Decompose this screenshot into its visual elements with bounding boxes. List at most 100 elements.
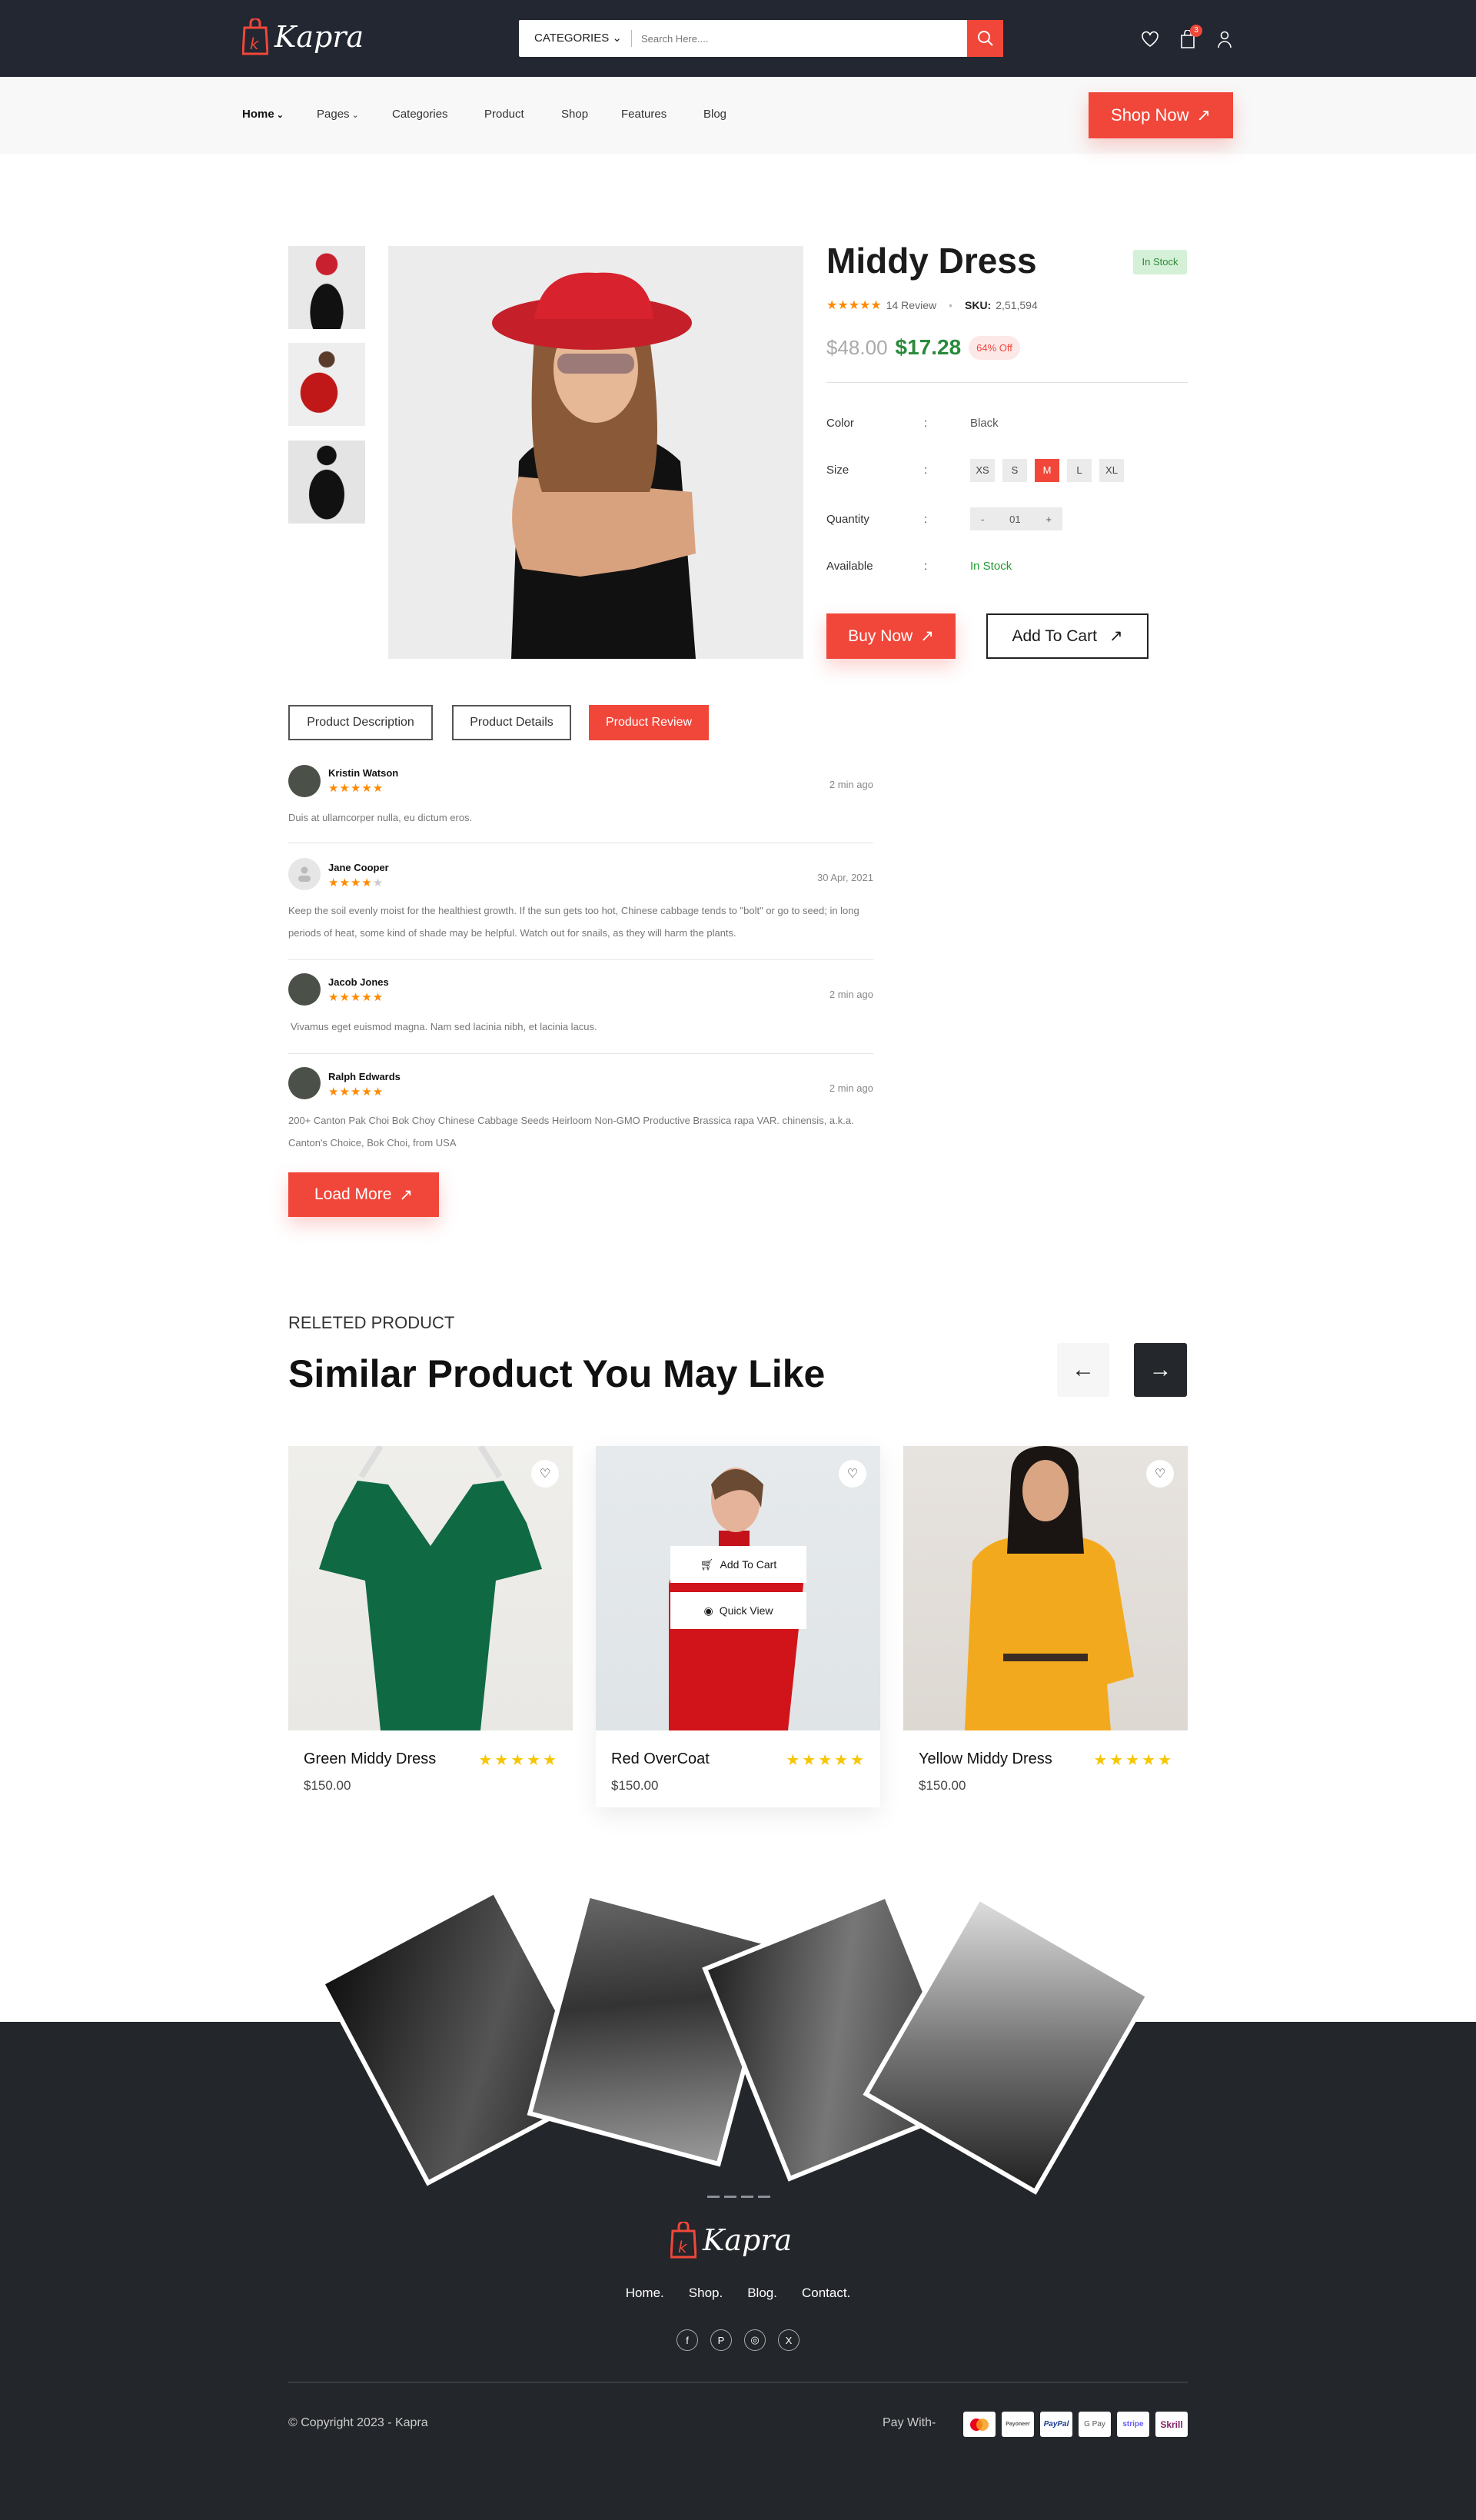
thumbnail-2[interactable] <box>288 343 365 426</box>
colon: : <box>924 560 928 573</box>
green-dress-image <box>319 1446 542 1730</box>
sku-label: SKU: <box>965 299 992 311</box>
review-date: 2 min ago <box>829 779 873 790</box>
review-stars: ★★★★★ <box>328 782 384 795</box>
cart-button[interactable]: 3 <box>1178 25 1202 49</box>
search-input[interactable] <box>632 32 967 45</box>
product-price: $150.00 <box>304 1778 351 1793</box>
colon: : <box>924 417 928 430</box>
reviewer-name: Jacob Jones <box>328 976 389 988</box>
rating-stars: ★★★★★ <box>826 299 882 312</box>
stripe-icon: stripe <box>1117 2412 1149 2437</box>
wishlist-button[interactable]: ♡ <box>1146 1460 1174 1488</box>
product-image: ♡ 🛒︎ Add To Cart ◉ Quick View <box>596 1446 880 1730</box>
product-price: $150.00 <box>611 1778 659 1793</box>
reviewer-name: Ralph Edwards <box>328 1071 401 1082</box>
categories-dropdown[interactable]: CATEGORIES ⌄ <box>519 30 632 47</box>
decrease-button[interactable]: - <box>981 514 984 525</box>
brand-name: Kapra <box>274 20 364 54</box>
quantity-value[interactable]: 01 <box>1009 514 1020 525</box>
product-name[interactable]: Green Middy Dress <box>304 1750 436 1768</box>
nav-categories[interactable]: Categories <box>392 108 448 121</box>
size-xs[interactable]: XS <box>970 459 995 482</box>
user-icon <box>298 866 311 882</box>
nav-product[interactable]: Product <box>484 108 524 121</box>
increase-button[interactable]: + <box>1046 514 1052 525</box>
product-price: $150.00 <box>919 1778 966 1793</box>
heart-icon <box>1142 31 1159 47</box>
quick-view-button[interactable]: ◉ Quick View <box>670 1592 806 1629</box>
pinterest-icon[interactable]: P <box>710 2329 732 2351</box>
thumbnail-1[interactable] <box>288 246 365 329</box>
wishlist-button[interactable] <box>1140 29 1160 49</box>
shop-now-label: Shop Now <box>1111 105 1189 125</box>
sku-value: 2,51,594 <box>996 299 1038 311</box>
brand-logo[interactable]: k Kapra <box>242 18 364 55</box>
payoneer-icon: Payoneer <box>1002 2412 1034 2437</box>
size-xl[interactable]: XL <box>1099 459 1124 482</box>
arrow-up-right-icon: ↗ <box>1196 105 1211 125</box>
avatar-placeholder <box>288 858 321 890</box>
carousel-next-button[interactable]: → <box>1134 1343 1187 1397</box>
product-card[interactable]: ♡ Yellow Middy Dress ★★★★★ $150.00 <box>903 1446 1188 1793</box>
colon: : <box>924 464 928 477</box>
tab-product-details[interactable]: Product Details <box>452 705 571 740</box>
divider <box>288 959 873 960</box>
mastercard-icon <box>963 2412 996 2437</box>
product-card[interactable]: ♡ 🛒︎ Add To Cart ◉ Quick View Red OverCoat… <box>596 1446 880 1807</box>
review-stars: ★★★★★ <box>328 876 384 889</box>
footer-link-contact[interactable]: Contact. <box>802 2286 850 2301</box>
quick-view-label: Quick View <box>719 1604 773 1617</box>
size-m-selected[interactable]: M <box>1035 459 1059 482</box>
footer-divider <box>288 2382 1188 2383</box>
load-more-button[interactable]: Load More ↗ <box>288 1172 439 1217</box>
review-stars: ★★★★★ <box>328 1085 384 1099</box>
chevron-down-icon: ⌄ <box>349 111 359 120</box>
account-button[interactable] <box>1215 29 1235 49</box>
nav-features[interactable]: Features <box>621 108 667 121</box>
product-image: ♡ <box>903 1446 1188 1730</box>
product-card[interactable]: ♡ Green Middy Dress ★★★★★ $150.00 <box>288 1446 573 1793</box>
buy-now-button[interactable]: Buy Now ↗ <box>826 613 956 659</box>
thumbnail-3[interactable] <box>288 441 365 524</box>
instagram-icon[interactable]: ◎ <box>744 2329 766 2351</box>
add-to-cart-button[interactable]: Add To Cart ↗ <box>986 613 1149 659</box>
nav-pages[interactable]: Pages ⌄ <box>317 108 359 121</box>
shop-now-button[interactable]: Shop Now ↗ <box>1089 92 1233 138</box>
hover-add-to-cart-button[interactable]: 🛒︎ Add To Cart <box>670 1546 806 1583</box>
colon: : <box>924 513 928 526</box>
skrill-icon: Skrill <box>1155 2412 1188 2437</box>
review-text: Vivamus eget euismod magna. Nam sed laci… <box>291 1021 597 1032</box>
size-s[interactable]: S <box>1002 459 1027 482</box>
available-value: In Stock <box>970 560 1012 573</box>
x-icon[interactable]: X <box>778 2329 800 2351</box>
hover-add-to-cart-label: Add To Cart <box>720 1558 777 1571</box>
wishlist-button[interactable]: ♡ <box>531 1460 559 1488</box>
tab-product-description[interactable]: Product Description <box>288 705 433 740</box>
nav-home[interactable]: Home ⌄ <box>242 108 284 121</box>
review-count[interactable]: 14 Review <box>886 299 936 311</box>
color-label: Color <box>826 417 854 430</box>
product-name[interactable]: Yellow Middy Dress <box>919 1750 1052 1768</box>
footer-link-shop[interactable]: Shop. <box>689 2286 723 2301</box>
size-l[interactable]: L <box>1067 459 1092 482</box>
footer-link-blog[interactable]: Blog. <box>747 2286 777 2301</box>
price-row: $48.00 $17.28 64% Off <box>826 335 1020 360</box>
load-more-label: Load More <box>314 1185 392 1203</box>
search-button[interactable] <box>967 20 1003 57</box>
product-name[interactable]: Red OverCoat <box>611 1750 710 1768</box>
footer-logo[interactable]: k Kapra <box>670 2222 792 2259</box>
facebook-icon[interactable]: f <box>676 2329 698 2351</box>
bag-logo-icon: k <box>242 18 268 55</box>
nav-shop[interactable]: Shop <box>561 108 588 121</box>
nav-blog[interactable]: Blog <box>703 108 726 121</box>
footer-link-home[interactable]: Home. <box>626 2286 664 2301</box>
reviewer-name: Kristin Watson <box>328 767 399 779</box>
carousel-prev-button[interactable]: ← <box>1057 1343 1109 1397</box>
yellow-dress-image <box>965 1446 1134 1730</box>
avatar <box>288 765 321 797</box>
wishlist-button[interactable]: ♡ <box>839 1460 866 1488</box>
heart-icon: ♡ <box>846 1468 859 1481</box>
review-date: 2 min ago <box>829 1082 873 1094</box>
tab-product-review[interactable]: Product Review <box>589 705 709 740</box>
